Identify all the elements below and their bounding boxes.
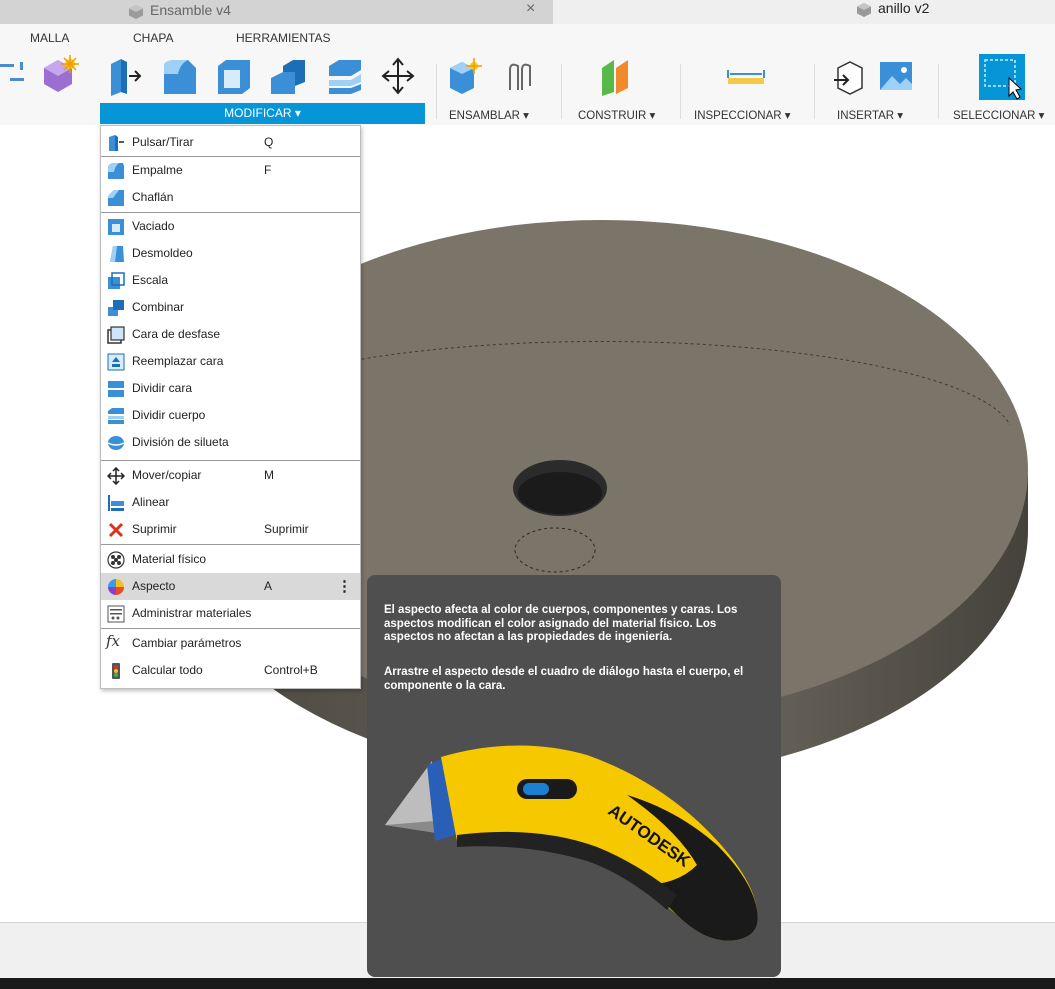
menu-item-dividir-cuerpo[interactable]: Dividir cuerpo: [101, 402, 360, 429]
offset-face-icon: [107, 326, 125, 344]
align-icon: [108, 495, 124, 511]
tab-title: Ensamble v4: [150, 2, 231, 18]
tooltip-description: El aspecto afecta al color de cuerpos, c…: [384, 604, 738, 643]
menu-item-dividir-cara[interactable]: Dividir cara: [101, 375, 360, 402]
menu-item-combinar[interactable]: Combinar: [101, 294, 360, 321]
menu-item-pulsar-tirar[interactable]: Pulsar/Tirar Q: [101, 129, 360, 156]
more-options-icon[interactable]: ⋮: [337, 577, 352, 595]
component-icon: [857, 3, 871, 17]
offset-plane-icon[interactable]: [596, 56, 636, 96]
split-body-icon: [108, 408, 124, 424]
menu-item-chaflan[interactable]: Chaflán: [101, 184, 360, 211]
fx-parameters-icon: fx: [106, 632, 121, 650]
tooltip-instructions: Arrastre el aspecto desde el cuadro de d…: [384, 666, 744, 692]
combine-tool-icon[interactable]: [269, 56, 309, 96]
menu-item-escala[interactable]: Escala: [101, 267, 360, 294]
new-component-icon[interactable]: [446, 56, 486, 96]
group-label-seleccionar[interactable]: SELECCIONAR ▾: [953, 108, 1044, 122]
joint-icon[interactable]: [500, 56, 540, 96]
scale-icon: [108, 272, 125, 289]
combine-icon: [108, 300, 124, 316]
shell-tool-icon[interactable]: [214, 56, 254, 96]
appearance-tooltip: El aspecto afecta al color de cuerpos, c…: [367, 575, 781, 977]
split-face-icon: [108, 381, 124, 397]
fillet-icon: [108, 163, 124, 179]
menu-item-cambiar-parametros[interactable]: fx Cambiar parámetros: [101, 630, 360, 657]
insert-derive-icon[interactable]: [830, 56, 870, 96]
menu-item-empalme[interactable]: Empalme F: [101, 157, 360, 184]
menu-item-reemplazar-cara[interactable]: Reemplazar cara: [101, 348, 360, 375]
modificar-dropdown-menu: Pulsar/Tirar Q Empalme F Chaflán Vaciado…: [100, 125, 361, 689]
create-form-icon[interactable]: [40, 54, 80, 94]
menu-item-mover-copiar[interactable]: Mover/copiar M: [101, 462, 360, 489]
insert-image-icon[interactable]: [876, 56, 916, 96]
silhouette-split-icon: [107, 436, 125, 450]
press-pull-tool-icon[interactable]: [107, 56, 143, 96]
appearance-icon: [108, 579, 124, 595]
measure-icon[interactable]: [724, 56, 768, 96]
fillet-tool-icon[interactable]: [160, 56, 200, 96]
group-label-inspeccionar[interactable]: INSPECCIONAR ▾: [694, 108, 791, 122]
close-icon[interactable]: ×: [526, 0, 535, 18]
delete-icon: [108, 522, 124, 538]
menu-item-administrar-materiales[interactable]: Administrar materiales: [101, 600, 360, 627]
compute-all-icon: [112, 663, 120, 679]
group-label-construir[interactable]: CONSTRUIR ▾: [578, 108, 655, 122]
tab-title: anillo v2: [878, 0, 930, 16]
toolbar: MALLA CHAPA HERRAMIENTAS MODIFICAR ▾ ENS…: [0, 24, 1055, 126]
chamfer-icon: [108, 190, 124, 206]
sketch-partial-icon[interactable]: [0, 54, 30, 94]
utility-knife-image: AUTODESK: [385, 745, 758, 941]
menu-item-desmoldeo[interactable]: Desmoldeo: [101, 240, 360, 267]
taskbar: [0, 978, 1055, 989]
tab-herramientas[interactable]: HERRAMIENTAS: [236, 31, 330, 45]
draft-icon: [110, 246, 124, 262]
press-pull-icon: [109, 135, 124, 151]
menu-item-suprimir[interactable]: Suprimir Suprimir: [101, 516, 360, 543]
modificar-menu-button[interactable]: MODIFICAR ▾: [100, 103, 425, 124]
menu-item-material-fisico[interactable]: Material físico: [101, 546, 360, 573]
menu-item-alinear[interactable]: Alinear: [101, 489, 360, 516]
split-body-tool-icon[interactable]: [325, 56, 365, 96]
menu-item-vaciado[interactable]: Vaciado: [101, 213, 360, 240]
move-copy-icon: [107, 467, 125, 485]
shell-icon: [108, 219, 124, 235]
menu-item-division-de-silueta[interactable]: División de silueta: [101, 429, 360, 456]
group-label-modificar: MODIFICAR ▾: [224, 106, 301, 120]
replace-face-icon: [107, 353, 125, 371]
group-label-ensamblar[interactable]: ENSAMBLAR ▾: [449, 108, 529, 122]
tab-chapa[interactable]: CHAPA: [133, 31, 173, 45]
select-icon[interactable]: [977, 52, 1027, 102]
group-label-insertar[interactable]: INSERTAR ▾: [837, 108, 903, 122]
physical-material-icon: [107, 551, 125, 569]
tab-malla[interactable]: MALLA: [30, 31, 69, 45]
component-icon: [129, 5, 143, 19]
document-tab-anillo[interactable]: anillo v2: [854, 0, 974, 24]
menu-item-aspecto[interactable]: Aspecto A ⋮: [101, 573, 360, 600]
menu-item-calcular-todo[interactable]: Calcular todo Control+B: [101, 657, 360, 684]
move-tool-icon[interactable]: [380, 56, 416, 96]
menu-item-cara-de-desfase[interactable]: Cara de desfase: [101, 321, 360, 348]
manage-materials-icon: [107, 605, 125, 623]
document-tab-ensamble[interactable]: Ensamble v4 ×: [0, 0, 553, 24]
